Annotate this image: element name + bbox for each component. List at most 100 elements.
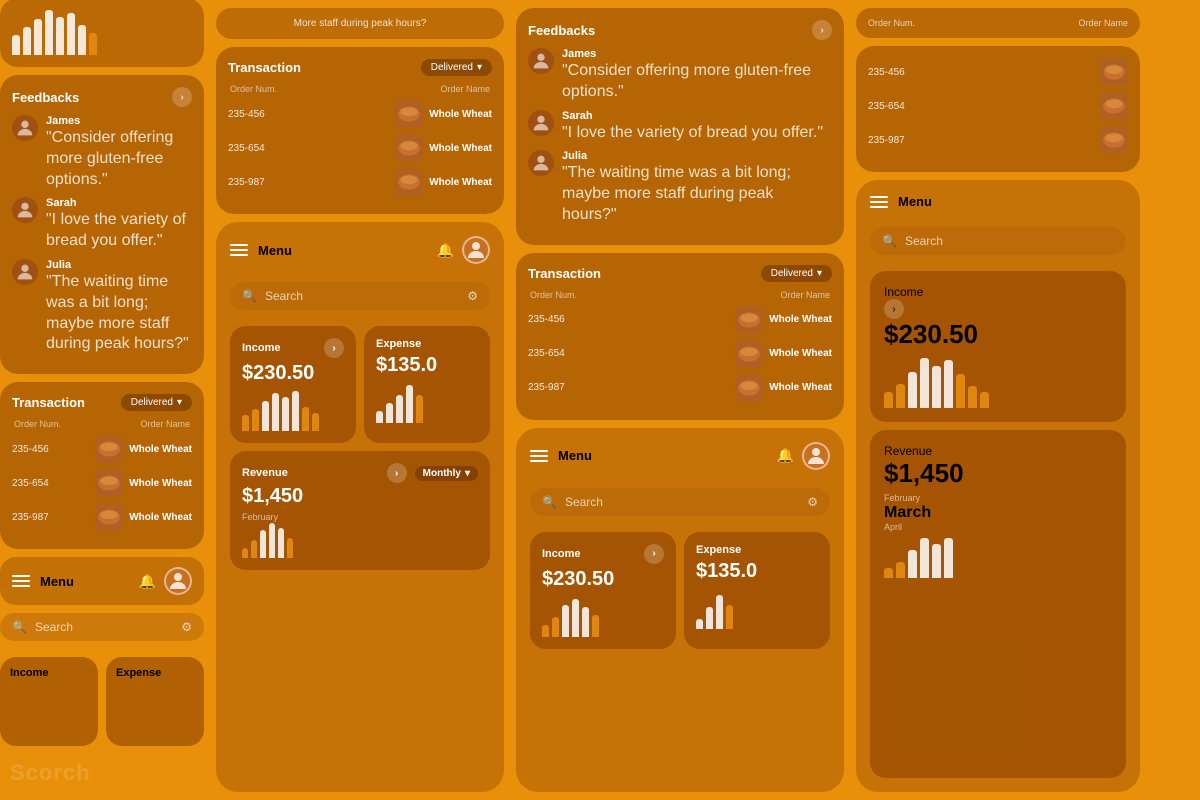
bread-thumb-c3 — [735, 374, 763, 402]
feedback-name-j3: James — [562, 48, 832, 60]
bread-thumb-a3 — [395, 168, 423, 196]
table-row: 235-654 Whole Wheat — [12, 469, 192, 497]
avatar-sarah — [12, 197, 38, 223]
search-bar-col1[interactable]: 🔍 Search ⚙ — [0, 613, 204, 641]
bread-thumb-c2 — [735, 340, 763, 368]
filter-icon-col1[interactable]: ⚙ — [181, 620, 192, 634]
search-bar-col3[interactable]: 🔍 Search ⚙ — [530, 488, 830, 516]
transaction-title-3: Transaction — [528, 266, 601, 281]
feedback-item-julia: Julia "The waiting time was a bit long; … — [12, 259, 192, 355]
expense-label-col3: Expense — [696, 544, 741, 556]
table-row: 235-987 Whole Wheat — [528, 374, 832, 402]
delivered-badge-1[interactable]: Delivered ▾ — [121, 394, 192, 411]
search-bar-col4[interactable]: 🔍 Search — [870, 227, 1126, 255]
avatar-james-col3 — [528, 48, 554, 74]
transaction-card-col4: 235-456 235-654 235-987 — [856, 46, 1140, 172]
feedbacks-title: Feedbacks — [12, 90, 79, 105]
table-row: 235-987 — [868, 126, 1128, 154]
income-arrow-large[interactable]: › — [884, 299, 904, 319]
expense-chart-col3 — [696, 589, 818, 629]
month-march-col4: March — [884, 504, 1112, 522]
revenue-amount-col4: $1,450 — [884, 458, 1112, 489]
feedbacks-card-col3: Feedbacks › James "Consider offering mor… — [516, 8, 844, 245]
feedback-quote-julia: "The waiting time was a bit long; maybe … — [46, 272, 192, 355]
bread-thumb-2 — [95, 469, 123, 497]
income-label: Income — [242, 342, 281, 354]
bread-thumb-a1 — [395, 100, 423, 128]
filter-icon-col3[interactable]: ⚙ — [807, 495, 818, 509]
bell-icon-col1[interactable]: 🔔 — [139, 573, 156, 590]
table-row: 235-654 — [868, 92, 1128, 120]
expense-label: Expense — [376, 338, 421, 350]
table-row: 235-654 Whole Wheat — [528, 340, 832, 368]
feedback-name-james: James — [46, 115, 192, 127]
avatar-col1[interactable] — [164, 567, 192, 595]
feedback-name-sarah: Sarah — [46, 197, 192, 209]
bread-thumb-3 — [95, 503, 123, 531]
feedback-quote-ju3: "The waiting time was a bit long; maybe … — [562, 163, 832, 225]
expense-chart — [376, 383, 478, 423]
feedback-quote-j3: "Consider offering more gluten-free opti… — [562, 61, 832, 103]
table-row: 235-456 Whole Wheat — [528, 306, 832, 334]
expense-label-col1: Expense — [116, 667, 194, 679]
expense-card-col3: Expense $135.0 — [684, 532, 830, 649]
income-amount: $230.50 — [242, 362, 344, 385]
bell-icon-col3[interactable]: 🔔 — [777, 447, 794, 464]
search-icon-col3: 🔍 — [542, 495, 557, 509]
header-col3: Menu 🔔 — [530, 442, 830, 470]
search-icon-col4: 🔍 — [882, 234, 897, 248]
feedback-item-james: James "Consider offering more gluten-fre… — [12, 115, 192, 190]
hamburger-icon-col4[interactable] — [870, 196, 888, 208]
revenue-label: Revenue — [242, 467, 288, 479]
hamburger-icon-col3[interactable] — [530, 450, 548, 462]
income-chart-large — [884, 358, 1112, 408]
avatar-julia — [12, 259, 38, 285]
top-clip-col2: More staff during peak hours? — [216, 8, 504, 39]
hamburger-icon[interactable] — [12, 575, 30, 587]
income-label-col1: Income — [10, 667, 88, 679]
feedback-item-sarah-col3: Sarah "I love the variety of bread you o… — [528, 110, 832, 144]
transaction-card-col1: Transaction Delivered ▾ Order Num. Order… — [0, 382, 204, 549]
income-label-col3: Income — [542, 548, 581, 560]
revenue-amount: $1,450 — [242, 485, 478, 508]
app-screen-col4: Menu 🔍 Search Income › $230.50 — [856, 180, 1140, 792]
header-col4: Menu — [870, 194, 1126, 209]
feedback-name-ju3: Julia — [562, 150, 832, 162]
monthly-badge[interactable]: Monthly ▾ — [415, 466, 478, 481]
header-menu-col1[interactable]: Menu — [12, 574, 74, 589]
avatar-col3[interactable] — [802, 442, 830, 470]
bell-icon-main[interactable]: 🔔 — [437, 242, 454, 259]
revenue-chart — [242, 523, 478, 558]
feedback-item-sarah: Sarah "I love the variety of bread you o… — [12, 197, 192, 252]
feedbacks-arrow-col3[interactable]: › — [812, 20, 832, 40]
income-amount-col3: $230.50 — [542, 568, 664, 591]
bread-thumb-d1 — [1100, 58, 1128, 86]
search-bar-main[interactable]: 🔍 Search ⚙ — [230, 282, 490, 310]
hamburger-icon-main[interactable] — [230, 244, 248, 256]
feedbacks-title-col3: Feedbacks — [528, 23, 595, 38]
income-chart-col3 — [542, 597, 664, 637]
income-arrow-col3[interactable]: › — [644, 544, 664, 564]
income-arrow[interactable]: › — [324, 338, 344, 358]
feedback-quote-sarah: "I love the variety of bread you offer." — [46, 210, 192, 252]
feedback-name-julia: Julia — [46, 259, 192, 271]
feedbacks-arrow[interactable]: › — [172, 87, 192, 107]
transaction-title-2: Transaction — [228, 60, 301, 75]
table-row: 235-987 Whole Wheat — [12, 503, 192, 531]
table-row: 235-456 Whole Wheat — [12, 435, 192, 463]
scorch-label: Scorch — [0, 754, 204, 792]
delivered-badge-3[interactable]: Delivered ▾ — [761, 265, 832, 282]
revenue-card: Revenue › Monthly ▾ $1,450 February — [230, 451, 490, 570]
revenue-label-col4: Revenue — [884, 444, 932, 458]
delivered-badge-2[interactable]: Delivered ▾ — [421, 59, 492, 76]
avatar-sarah-col3 — [528, 110, 554, 136]
filter-icon-main[interactable]: ⚙ — [467, 289, 478, 303]
feedbacks-header: Feedbacks › — [12, 87, 192, 107]
table-row: 235-987 Whole Wheat — [228, 168, 492, 196]
income-label-large: Income — [884, 285, 923, 299]
transaction-card-col2: Transaction Delivered ▾ Order Num. Order… — [216, 47, 504, 214]
revenue-arrow[interactable]: › — [387, 463, 407, 483]
month-feb: February — [242, 512, 478, 522]
month-feb-col4: February — [884, 493, 1112, 503]
avatar-main[interactable] — [462, 236, 490, 264]
